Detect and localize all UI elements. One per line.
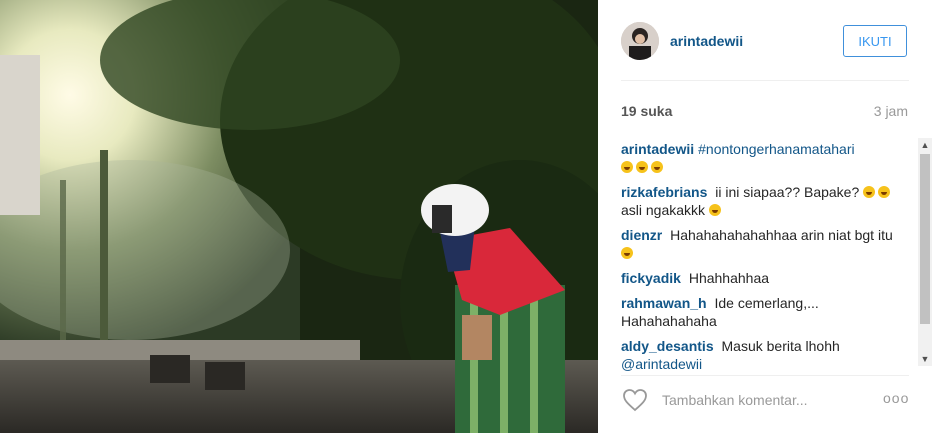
comments-scrollbar[interactable]: ▲ ▼ <box>918 138 932 366</box>
laughing-emoji-icon <box>621 161 633 173</box>
comment-text: ii ini siapaa?? Bapake? <box>715 184 860 200</box>
like-count[interactable]: 19 suka <box>621 103 672 119</box>
comment-footer: ooo <box>598 380 932 433</box>
post-sidebar: arintadewii IKUTI 19 suka 3 jam arintade… <box>598 0 932 433</box>
list-item: rahmawan_h Ide cemerlang,... Hahahahahah… <box>621 294 907 330</box>
laughing-emoji-icon <box>878 186 891 198</box>
post-time[interactable]: 3 jam <box>874 103 908 119</box>
comment-mention[interactable]: @arintadewii <box>621 356 702 372</box>
laughing-emoji-icon <box>708 204 721 216</box>
comment-username[interactable]: dienzr <box>621 227 662 243</box>
scrollbar-thumb[interactable] <box>920 154 930 324</box>
comment-input[interactable] <box>660 391 864 409</box>
comment-text: Masuk berita lhohh <box>721 338 840 354</box>
list-item: dienzr Hahahahahahahhaa arin niat bgt it… <box>621 226 907 262</box>
photo-scene <box>0 0 598 433</box>
more-options-icon[interactable]: ooo <box>883 390 909 406</box>
comment-text: Hhahhahhaa <box>688 270 770 286</box>
post-photo[interactable] <box>0 0 598 433</box>
comment-hashtag[interactable]: #nontongerhanamatahari <box>698 141 854 157</box>
follow-button[interactable]: IKUTI <box>843 25 907 57</box>
post-header: arintadewii IKUTI <box>598 0 932 80</box>
list-item: fickyadik Hhahhahhaa <box>621 269 907 287</box>
comment-username[interactable]: rizkafebrians <box>621 184 707 200</box>
laughing-emoji-icon <box>636 161 648 173</box>
scroll-up-icon[interactable]: ▲ <box>918 138 932 152</box>
list-item: rizkafebrians ii ini siapaa?? Bapake? as… <box>621 183 907 219</box>
laughing-emoji-icon <box>651 161 663 173</box>
laughing-emoji-icon <box>863 186 876 198</box>
comment-text-2: asli ngakakkk <box>621 202 706 218</box>
header-divider <box>621 80 909 81</box>
heart-icon[interactable] <box>622 388 648 412</box>
post-username[interactable]: arintadewii <box>670 33 743 49</box>
comment-list: arintadewii #nontongerhanamatahari rizkaf… <box>621 140 907 372</box>
comment-text: Hahahahahahahhaa arin niat bgt itu <box>670 227 893 243</box>
comment-username[interactable]: aldy_desantis <box>621 338 714 354</box>
comment-username[interactable]: rahmawan_h <box>621 295 707 311</box>
comment-username[interactable]: fickyadik <box>621 270 681 286</box>
scroll-down-icon[interactable]: ▼ <box>918 352 932 366</box>
comment-username[interactable]: arintadewii <box>621 141 694 157</box>
list-item: arintadewii #nontongerhanamatahari <box>621 140 907 176</box>
avatar[interactable] <box>621 22 659 60</box>
laughing-emoji-icon <box>621 247 633 259</box>
list-item: aldy_desantis Masuk berita lhohh @arinta… <box>621 337 907 372</box>
footer-divider <box>621 375 909 376</box>
